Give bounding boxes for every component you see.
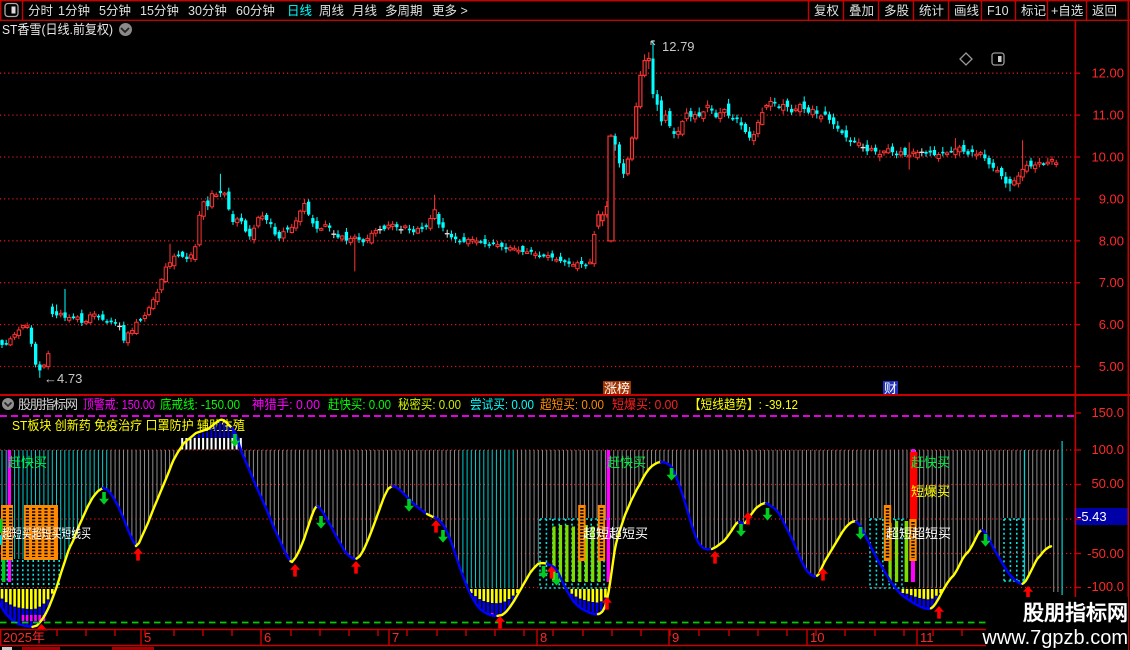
svg-text:10: 10: [810, 630, 824, 645]
svg-text:12.79: 12.79: [662, 39, 695, 54]
svg-text:7.00: 7.00: [1099, 275, 1124, 290]
svg-text:11: 11: [920, 630, 934, 645]
svg-text:11.00: 11.00: [1092, 108, 1124, 123]
svg-text:ST香雪(日线.前复权): ST香雪(日线.前复权): [2, 22, 113, 37]
svg-text:-50.00: -50.00: [1087, 546, 1124, 561]
svg-text:短爆买: 0.00: 短爆买: 0.00: [612, 397, 678, 412]
svg-text:股朋指标网: 股朋指标网: [18, 397, 78, 412]
svg-text:月线: 月线: [352, 4, 378, 18]
svg-text:周线: 周线: [319, 4, 345, 18]
svg-text:复权: 复权: [814, 3, 840, 18]
svg-text:超短超短买: 超短超短买: [886, 526, 951, 541]
svg-text:5.00: 5.00: [1099, 359, 1124, 374]
svg-text:8: 8: [540, 630, 547, 645]
svg-text:更多 >: 更多 >: [432, 4, 468, 18]
svg-text:30分钟: 30分钟: [188, 3, 227, 18]
svg-text:9.00: 9.00: [1099, 191, 1124, 206]
svg-text:顶警戒: 150.00: 顶警戒: 150.00: [83, 397, 155, 412]
svg-text:150.0: 150.0: [1091, 405, 1124, 420]
svg-text:超短买: 0.00: 超短买: 0.00: [540, 397, 604, 412]
svg-text:赶快买: 赶快买: [607, 455, 646, 470]
svg-text:+自选: +自选: [1051, 4, 1084, 18]
svg-text:←4.73: ←4.73: [44, 371, 82, 386]
svg-text:分时: 分时: [28, 4, 54, 18]
svg-text:8.00: 8.00: [1099, 233, 1124, 248]
svg-text:秘密买: 0.00: 秘密买: 0.00: [398, 397, 461, 412]
svg-text:-100.0: -100.0: [1087, 579, 1124, 594]
svg-text:1分钟: 1分钟: [58, 3, 90, 18]
svg-text:ST板块 创新药 免疫治疗 口罩防护 辅助生殖: ST板块 创新药 免疫治疗 口罩防护 辅助生殖: [12, 418, 245, 433]
svg-text:6: 6: [264, 630, 271, 645]
svg-text:超短超短买: 超短超短买: [583, 526, 648, 541]
svg-text:5分钟: 5分钟: [99, 3, 131, 18]
svg-text:6.00: 6.00: [1099, 317, 1124, 332]
svg-text:9: 9: [672, 630, 679, 645]
svg-text:标记: 标记: [1021, 4, 1047, 18]
svg-text:15分钟: 15分钟: [140, 3, 179, 18]
svg-text:www.7gpzb.com: www.7gpzb.com: [981, 627, 1128, 649]
svg-text:多股: 多股: [884, 4, 910, 18]
svg-text:60分钟: 60分钟: [236, 3, 275, 18]
svg-text:超短买超短买短线买: 超短买超短买短线买: [2, 526, 91, 541]
svg-text:统计: 统计: [919, 4, 944, 18]
svg-text:尝试买: 0.00: 尝试买: 0.00: [470, 397, 534, 412]
svg-text:短爆买: 短爆买: [911, 484, 950, 499]
svg-text:赶快买: 赶快买: [8, 455, 47, 470]
svg-text:财: 财: [884, 381, 897, 396]
svg-text:7: 7: [392, 630, 399, 645]
svg-text:赶快买: 赶快买: [911, 455, 950, 470]
svg-text:100.0: 100.0: [1091, 442, 1124, 457]
svg-text:2025年: 2025年: [3, 630, 45, 645]
svg-text:返回: 返回: [1092, 4, 1117, 18]
svg-text:日线: 日线: [287, 4, 313, 18]
svg-text:12.00: 12.00: [1091, 66, 1124, 81]
svg-text:50.00: 50.00: [1091, 476, 1124, 491]
svg-text:叠加: 叠加: [849, 4, 874, 18]
svg-text:多周期: 多周期: [385, 4, 423, 18]
svg-text:股朋指标网: 股朋指标网: [1023, 601, 1128, 625]
svg-text:-5.43: -5.43: [1077, 509, 1107, 524]
svg-text:底戒线: -150.00: 底戒线: -150.00: [160, 397, 240, 412]
svg-text:赶快买: 0.00: 赶快买: 0.00: [328, 397, 391, 412]
svg-text:画线: 画线: [954, 4, 980, 18]
svg-text:F10: F10: [987, 4, 1009, 18]
svg-text:涨榜: 涨榜: [604, 381, 630, 396]
svg-text:【短线趋势】: -39.12: 【短线趋势】: -39.12: [689, 397, 798, 412]
svg-text:神猎手: 0.00: 神猎手: 0.00: [252, 397, 320, 412]
svg-text:10.00: 10.00: [1091, 150, 1124, 165]
